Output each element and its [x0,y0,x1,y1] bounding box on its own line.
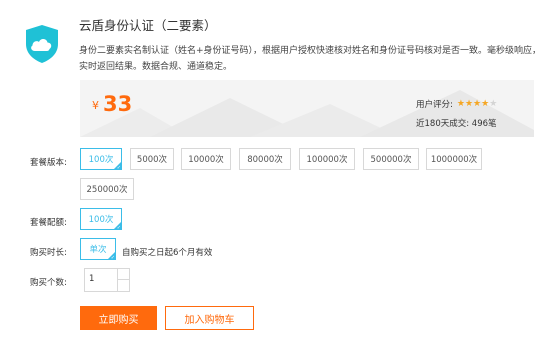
star-icon: ★ [489,98,498,109]
price-display: ¥33 [92,92,132,116]
version-option-1000000[interactable]: 1000000次 [426,148,482,170]
package-version-label: 套餐版本: [30,158,67,168]
increment-button[interactable] [118,269,129,280]
quantity-steps [117,269,129,291]
version-option-80000[interactable]: 80000次 [239,148,291,170]
duration-note: 自购买之日起6个月有效 [122,248,213,258]
version-option-500000[interactable]: 500000次 [363,148,419,170]
decrement-button[interactable] [118,280,129,291]
currency-symbol: ¥ [92,99,99,112]
quantity-label: 购买个数: [30,278,67,288]
user-rating: 用户评分: ★ ★ ★ ★ ★ [416,98,497,110]
buy-now-button[interactable]: 立即购买 [80,306,157,330]
version-option-100[interactable]: 100次 [80,148,122,171]
package-config-label: 套餐配额: [30,218,67,228]
duration-option-single[interactable]: 单次 [80,238,116,261]
sales-count: 近180天成交: 496笔 [416,119,497,129]
product-title: 云盾身份认证（二要素） [79,18,217,33]
rating-stars: ★ ★ ★ ★ ★ [456,98,498,109]
star-icon: ★ [481,98,490,109]
add-to-cart-button[interactable]: 加入购物车 [165,306,254,330]
version-option-10000[interactable]: 10000次 [181,148,231,170]
star-icon: ★ [473,98,482,109]
price-amount: 33 [103,92,133,116]
star-icon: ★ [456,98,465,109]
cloud-shield-icon [24,24,60,64]
version-option-250000[interactable]: 250000次 [80,178,134,200]
duration-label: 购买时长: [30,248,67,258]
config-option-100[interactable]: 100次 [80,208,122,231]
product-description: 身份二要素实名制认证（姓名+身份证号码），根据用户授权快速核对姓名和身份证号码核… [79,46,542,72]
rating-label: 用户评分: [416,100,453,110]
quantity-value[interactable]: 1 [89,274,94,284]
star-icon: ★ [464,98,474,109]
price-panel: ¥33 用户评分: ★ ★ ★ ★ ★ 近180天成交: 496笔 [80,80,534,137]
version-option-100000[interactable]: 100000次 [299,148,355,170]
quantity-stepper[interactable]: 1 [84,268,130,292]
version-option-5000[interactable]: 5000次 [130,148,174,170]
